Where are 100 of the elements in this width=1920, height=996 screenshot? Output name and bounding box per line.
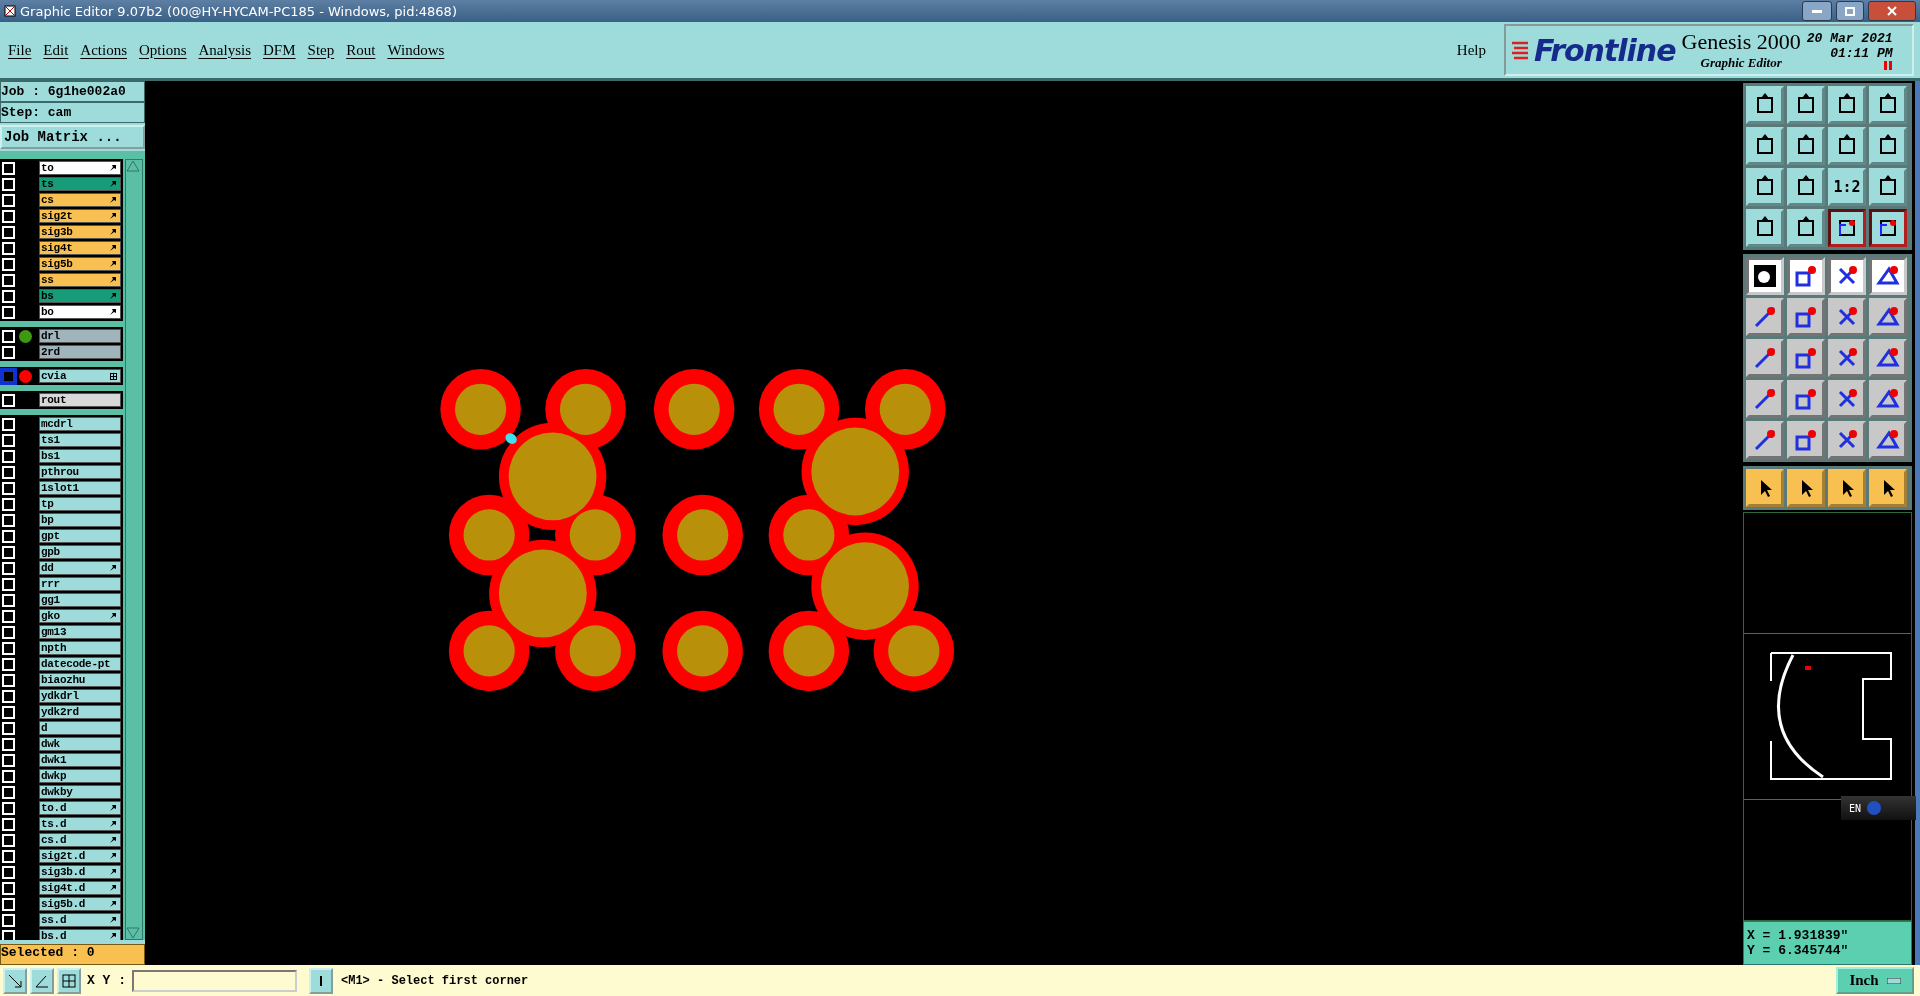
window-title: Graphic Editor 9.07b2 (00@HY-HYCAM-PC185 - Windows, pid:4868) [20, 3, 458, 19]
angle-button[interactable] [30, 967, 54, 994]
selected-count: Selected : 0 [0, 944, 145, 965]
menu-item[interactable]: Step [303, 39, 339, 61]
layer-checkbox[interactable] [2, 369, 15, 383]
job-matrix-button[interactable]: Job Matrix ... [0, 125, 145, 149]
bar-icon [319, 974, 323, 987]
toolbar-button[interactable]: 1:2 [1828, 168, 1866, 206]
layer-name[interactable]: bp [39, 513, 121, 527]
job-name: Job : 6g1he002a0 [0, 81, 145, 102]
layer-name[interactable]: rout [39, 393, 121, 407]
layer-name[interactable]: gko [39, 609, 121, 623]
speed-lines-icon [1512, 40, 1528, 60]
product-name: Genesis 2000 [1681, 29, 1801, 55]
layer-name[interactable]: gpt [39, 529, 121, 543]
layer-name[interactable]: gm13 [39, 625, 121, 639]
product-subtitle: Graphic Editor [1700, 55, 1782, 71]
minimize-button[interactable] [1802, 1, 1832, 21]
layer-name[interactable]: sig3b [39, 225, 121, 239]
layer-name[interactable]: sig4t [39, 241, 121, 255]
xy-input-field[interactable] [132, 969, 297, 992]
layer-name[interactable]: sig4t.d [39, 881, 121, 895]
menu-item[interactable]: DFM [259, 39, 300, 61]
layer-name[interactable]: cs.d [39, 833, 121, 847]
layer-name[interactable]: mcdrl [39, 417, 121, 431]
grid-button[interactable] [57, 967, 81, 994]
maximize-icon [1845, 6, 1855, 16]
help-icon[interactable] [1867, 801, 1882, 815]
menu-item[interactable]: Rout [342, 39, 380, 61]
layer-name[interactable]: biaozhu [39, 673, 121, 687]
layer-name[interactable]: cs [39, 193, 121, 207]
menu-item[interactable]: Actions [76, 39, 131, 61]
time-text: 01:11 PM [1830, 45, 1893, 61]
layer-name[interactable]: sig5b.d [39, 897, 121, 911]
layer-name[interactable]: bo [39, 305, 121, 319]
diagonal-arrow-button[interactable] [3, 967, 27, 994]
layer-name[interactable]: dwkp [39, 769, 121, 783]
layer-name[interactable]: to.d [39, 801, 121, 815]
language-label: EN [1849, 802, 1862, 814]
brand-logo: Frontline [1534, 32, 1676, 68]
square-icon [1793, 263, 1819, 289]
step-name: Step: cam [0, 102, 145, 123]
menu-item[interactable]: File [4, 39, 36, 61]
xy-label: X Y : [87, 973, 126, 988]
layer-name[interactable]: cvia [39, 369, 121, 383]
layer-name[interactable]: ts.d [39, 817, 121, 831]
layer-name[interactable]: ss [39, 273, 121, 287]
pointer-icon [109, 564, 117, 572]
menu-item[interactable]: Analysis [194, 39, 256, 61]
layer-name[interactable]: sig2t [39, 209, 121, 223]
app-icon [4, 5, 16, 17]
menu-item[interactable]: Options [135, 39, 191, 61]
units-button[interactable]: Inch [1836, 967, 1914, 994]
x-coordinate: X = 1.931839" [1747, 928, 1850, 943]
maximize-button[interactable] [1836, 1, 1864, 21]
layer-name[interactable]: tp [39, 497, 121, 511]
diagonal-arrow-icon [7, 972, 23, 989]
layer-name[interactable]: sig3b.d [39, 865, 121, 879]
dash-icon [1886, 977, 1901, 984]
status-message: <M1> - Select first corner [341, 973, 530, 988]
menu-item[interactable]: Edit [39, 39, 73, 61]
layer-name[interactable]: bs [39, 289, 121, 303]
layer-name[interactable]: ts [39, 177, 121, 191]
layer-name[interactable]: dd [39, 561, 121, 575]
layer-name[interactable]: sig5b [39, 257, 121, 271]
layer-name[interactable]: rrr [39, 577, 121, 591]
pointer-icon [109, 612, 117, 620]
layer-name[interactable]: drl [39, 329, 121, 343]
y-coordinate: Y = 6.345744" [1747, 943, 1850, 958]
toolbar-button[interactable] [1828, 209, 1866, 247]
layer-name[interactable]: bs1 [39, 449, 121, 463]
layer-name[interactable]: datecode-pt [39, 657, 121, 671]
layer-name[interactable]: dwk1 [39, 753, 121, 767]
minimize-icon [1812, 9, 1822, 13]
layer-name[interactable]: dwkby [39, 785, 121, 799]
close-button[interactable] [1868, 1, 1916, 21]
layer-name[interactable]: ss.d [39, 913, 121, 927]
date-text: 20 Mar 2021 [1806, 30, 1893, 46]
menu-item[interactable]: Windows [383, 39, 449, 61]
help-menu[interactable]: Help [1452, 39, 1490, 61]
layer-name[interactable]: d [39, 721, 121, 735]
layer-name[interactable]: dwk [39, 737, 121, 751]
close-icon [1887, 6, 1897, 16]
layer-name[interactable]: ydk2rd [39, 705, 121, 719]
toolbar-button[interactable] [1869, 209, 1907, 247]
layer-name[interactable]: 1slot1 [39, 481, 121, 495]
layer-name[interactable]: pthrou [39, 465, 121, 479]
expand-icon[interactable] [110, 372, 117, 380]
layer-name[interactable]: ydkdrl [39, 689, 121, 703]
layer-name[interactable]: gg1 [39, 593, 121, 607]
language-bar[interactable]: EN [1841, 796, 1916, 820]
layer-name[interactable]: ts1 [39, 433, 121, 447]
layer-name[interactable]: gpb [39, 545, 121, 559]
pause-icon [1882, 60, 1893, 70]
layer-name[interactable]: 2rd [39, 345, 121, 359]
layer-name[interactable]: npth [39, 641, 121, 655]
layer-name[interactable]: to [39, 161, 121, 175]
layer-name[interactable]: bs.d [39, 929, 121, 940]
marker-button[interactable] [309, 967, 333, 994]
layer-name[interactable]: sig2t.d [39, 849, 121, 863]
